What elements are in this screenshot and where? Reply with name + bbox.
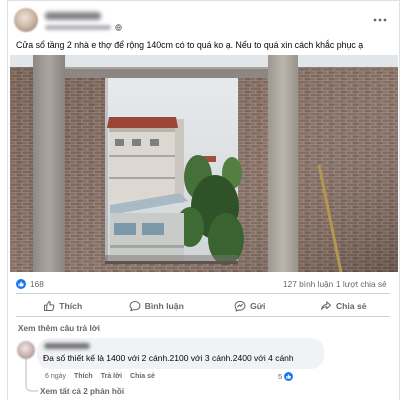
like-button-label: Thích — [59, 300, 83, 311]
like-reaction-icon[interactable] — [16, 279, 26, 289]
share-icon — [320, 300, 331, 310]
globe-icon — [115, 24, 122, 31]
post-time-redacted[interactable] — [45, 25, 111, 30]
post-actions: Thích Bình luận Gửi Chia sẻ — [16, 298, 390, 313]
share-button[interactable]: Chia sẻ — [297, 298, 391, 313]
comment-meta: 6 ngày Thích Trả lời Chia sẻ — [45, 372, 155, 382]
divider — [16, 316, 390, 317]
comment-button[interactable]: Bình luận — [110, 298, 204, 313]
divider — [16, 293, 390, 294]
author-name-redacted[interactable] — [45, 12, 101, 20]
view-replies-link[interactable]: Xem tất cả 2 phản hồi — [40, 387, 124, 397]
post-photo-image — [10, 55, 398, 272]
view-more-comments-link[interactable]: Xem thêm câu trả lời — [18, 323, 100, 334]
more-horizontal-icon[interactable] — [373, 16, 387, 24]
comment-icon — [129, 300, 141, 311]
share-button-label: Chia sẻ — [335, 300, 367, 311]
comment-reaction-count[interactable]: 5 — [278, 372, 282, 382]
messenger-send-icon — [234, 300, 246, 311]
author-avatar[interactable] — [14, 8, 38, 32]
shares-count[interactable]: 1 lượt chia sẻ — [336, 279, 387, 290]
comment-button-label: Bình luận — [144, 300, 184, 311]
send-button-label: Gửi — [250, 300, 266, 311]
commenter-avatar[interactable] — [17, 341, 35, 359]
thumbs-up-icon — [44, 300, 55, 311]
comment-text: Đa số thiết kế là 1400 với 2 cánh.2100 v… — [43, 353, 294, 363]
comment-share-button[interactable]: Chia sẻ — [130, 372, 155, 382]
comments-count[interactable]: 127 bình luận — [283, 279, 333, 290]
post-photo[interactable] — [10, 55, 398, 272]
comment-time[interactable]: 6 ngày — [45, 372, 66, 382]
comment-bubble: Đa số thiết kế là 1400 với 2 cánh.2100 v… — [37, 338, 324, 369]
comment-like-button[interactable]: Thích — [74, 372, 93, 382]
like-button[interactable]: Thích — [16, 298, 110, 313]
post-text: Cửa sổ tầng 2 nhà e thợ để rộng 140cm có… — [16, 40, 364, 50]
like-reaction-icon[interactable] — [284, 372, 293, 381]
send-button[interactable]: Gửi — [203, 298, 297, 313]
comment-reply-button[interactable]: Trả lời — [101, 372, 122, 382]
commenter-name-redacted[interactable] — [44, 343, 90, 349]
reactions-count[interactable]: 168 — [30, 279, 44, 290]
